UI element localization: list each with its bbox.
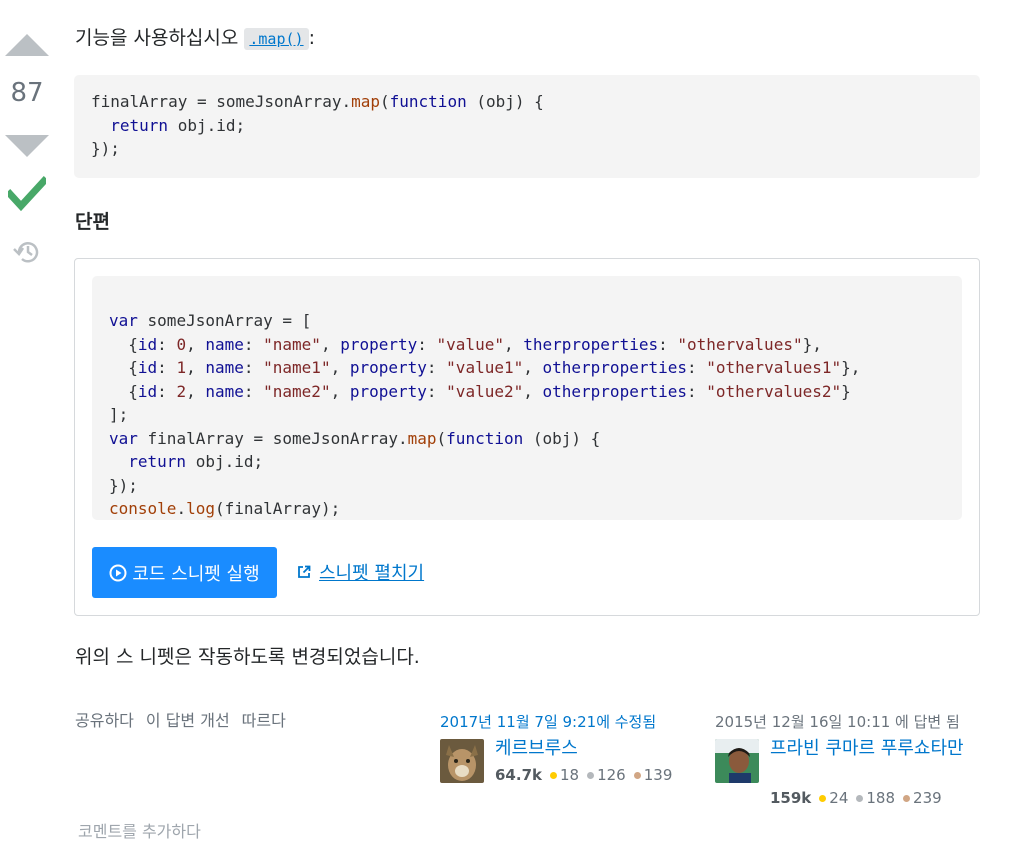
bronze-badge-count: 139 [643, 766, 673, 784]
reputation-score: 159k [770, 789, 812, 807]
improve-answer-link[interactable]: 이 답변 개선 [146, 707, 230, 731]
snippet-code-line: {id: 2, name: "name2", property: "value2… [109, 381, 851, 401]
answer-note: 위의 스 니펫은 작동하도록 변경되었습니다. [75, 646, 420, 668]
code-line: }); [91, 139, 120, 158]
vote-down-icon[interactable] [5, 135, 49, 157]
reputation-score: 64.7k [495, 766, 542, 784]
snippet-code-line: ]; [109, 405, 129, 424]
edited-user-name[interactable]: 케르브루스 [495, 737, 578, 761]
snippet-code-line: }); [109, 475, 138, 495]
play-icon [109, 564, 127, 581]
intro-text: 기능을 사용하십시오 [75, 27, 239, 49]
vote-up-icon[interactable] [5, 34, 49, 56]
snippet-code-line: console.log(finalArray); [109, 499, 341, 518]
snippet-code-line: var someJsonArray = [ [109, 311, 312, 330]
avatar-image [440, 739, 484, 783]
avatar[interactable] [715, 739, 759, 783]
external-link-icon [298, 565, 311, 578]
silver-badge-count: 126 [597, 766, 626, 784]
answered-user-name[interactable]: 프라빈 쿠마르 푸루쇼타만 [770, 737, 970, 761]
avatar[interactable] [440, 739, 484, 783]
vote-count: 87 [10, 78, 44, 108]
gold-badge-count: 24 [829, 789, 849, 807]
edited-time-link[interactable]: 2017년 11월 7일 9:21에 수정됨 [440, 711, 680, 732]
inline-code-link[interactable]: .map() [244, 28, 309, 50]
edited-user-stats: 64.7k 18 126 139 [495, 766, 678, 784]
answered-user-card: 2015년 12월 16일 10:11 에 답변 됨 프라빈 쿠마르 푸루쇼타만… [715, 711, 980, 807]
follow-link[interactable]: 따르다 [242, 707, 286, 731]
expand-snippet-label: 스니펫 펼치기 [319, 563, 425, 584]
edited-user-card: 2017년 11월 7일 9:21에 수정됨 케르브루스 64.7k 18 126 1… [440, 711, 680, 784]
silver-badge-icon [856, 794, 864, 802]
run-snippet-label: 코드 스니펫 실행 [132, 563, 260, 585]
answered-time: 2015년 12월 16일 10:11 에 답변 됨 [715, 713, 960, 731]
code-line: return obj.id; [110, 115, 246, 135]
share-link[interactable]: 공유하다 [75, 707, 134, 731]
gold-badge-count: 18 [560, 766, 580, 784]
avatar-image [715, 739, 759, 783]
silver-badge-count: 188 [866, 789, 896, 807]
post-menu: 공유하다 이 답변 개선 따르다 [75, 707, 286, 731]
answer-intro: 기능을 사용하십시오 .map(): [75, 23, 315, 50]
snippet-code-line: {id: 0, name: "name", property: "value",… [109, 334, 822, 354]
snippet-container: var someJsonArray = [ {id: 0, name: "nam… [74, 258, 980, 616]
snippet-code-line: var finalArray = someJsonArray.map(funct… [109, 428, 601, 448]
section-title: 단편 [75, 211, 110, 233]
bronze-badge-count: 239 [913, 789, 942, 807]
code-line: finalArray = someJsonArray.map(function … [91, 92, 544, 111]
accepted-check-icon [8, 176, 46, 212]
snippet-code-line: return obj.id; [128, 452, 264, 471]
gold-badge-icon [819, 794, 827, 802]
gold-badge-icon [550, 771, 557, 779]
bronze-badge-icon [633, 771, 641, 779]
answered-user-stats: 159k 24 188 239 [770, 789, 948, 807]
intro-suffix: : [308, 27, 315, 49]
add-comment-link[interactable]: 코멘트를 추가하다 [78, 818, 201, 842]
history-icon[interactable] [13, 239, 41, 265]
bronze-badge-icon [903, 794, 911, 802]
expand-snippet-link[interactable]: 스니펫 펼치기 [297, 559, 424, 585]
run-snippet-button[interactable]: 코드 스니펫 실행 [92, 547, 277, 598]
silver-badge-icon [587, 771, 595, 779]
code-block: finalArray = someJsonArray.map(function … [74, 75, 980, 178]
snippet-code: var someJsonArray = [ {id: 0, name: "nam… [92, 276, 962, 520]
snippet-code-line: {id: 1, name: "name1", property: "value1… [109, 358, 861, 377]
